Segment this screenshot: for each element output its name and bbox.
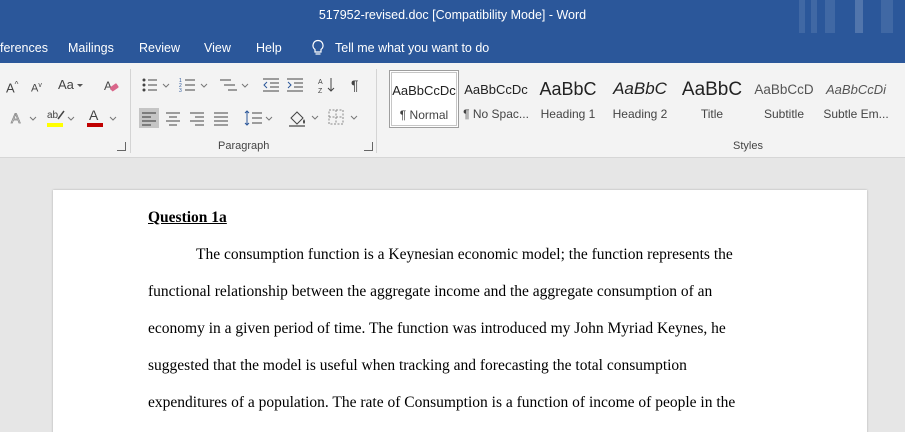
style-subtle-emphasis[interactable]: AaBbCcDi Subtle Em... [821, 70, 891, 128]
paragraph-line[interactable]: functional relationship between the aggr… [148, 282, 768, 319]
justify-icon[interactable] [213, 110, 229, 126]
window-title: 517952-revised.doc [Compatibility Mode] … [318, 8, 587, 22]
svg-text:3: 3 [179, 88, 182, 93]
svg-text:A: A [104, 79, 112, 93]
svg-text:A: A [89, 107, 99, 123]
ribbon-tabs: ferences Mailings Review View Help Tell … [0, 33, 905, 63]
style-normal[interactable]: AaBbCcDc ¶ Normal [389, 70, 459, 128]
decrease-indent-icon[interactable] [262, 77, 280, 93]
tab-help[interactable]: Help [256, 41, 282, 55]
increase-indent-icon[interactable] [286, 77, 304, 93]
grow-font-button[interactable]: A^ [6, 77, 18, 96]
group-separator [376, 69, 377, 153]
group-separator [130, 69, 131, 153]
tell-me-search[interactable]: Tell me what you want to do [311, 39, 489, 57]
numbering-icon[interactable]: 1 2 3 [179, 77, 211, 93]
align-left-icon[interactable] [139, 108, 159, 128]
paragraph-line[interactable]: The consumption function is a Keynesian … [148, 245, 768, 282]
show-formatting-marks-icon[interactable]: ¶ [351, 77, 359, 93]
styles-gallery: AaBbCcDc ¶ Normal AaBbCcDc ¶ No Spac... … [385, 70, 905, 132]
shrink-font-button[interactable]: Av [31, 78, 42, 97]
text-effects-icon[interactable]: A [10, 109, 38, 127]
title-bar-decoration [785, 0, 905, 33]
highlight-color-icon[interactable]: ab [46, 107, 76, 129]
svg-text:A: A [11, 110, 21, 126]
shading-icon[interactable] [287, 108, 321, 128]
style-heading-2[interactable]: AaBbC Heading 2 [605, 70, 675, 128]
document-heading[interactable]: Question 1a [148, 208, 768, 228]
lightbulb-icon [312, 39, 324, 55]
style-title[interactable]: AaBbC Title [677, 70, 747, 128]
clear-formatting-icon[interactable]: A [103, 78, 119, 94]
title-bar: 517952-revised.doc [Compatibility Mode] … [0, 0, 905, 33]
borders-icon[interactable] [328, 109, 362, 127]
sort-icon[interactable]: AZ [318, 76, 336, 94]
bullets-icon[interactable] [141, 77, 173, 93]
line-spacing-icon[interactable] [244, 109, 274, 127]
tab-review[interactable]: Review [139, 41, 180, 55]
paragraph-line[interactable]: expenditures of a population. The rate o… [148, 393, 768, 430]
style-subtitle[interactable]: AaBbCcD Subtitle [749, 70, 819, 128]
font-color-icon[interactable]: A [86, 107, 118, 129]
tab-references[interactable]: ferences [0, 41, 48, 55]
styles-group-label: Styles [733, 140, 763, 152]
paragraph-group-label: Paragraph [218, 140, 270, 152]
font-dialog-launcher-icon[interactable] [117, 142, 126, 151]
svg-text:A: A [318, 79, 323, 86]
svg-text:Z: Z [318, 88, 323, 94]
tell-me-label: Tell me what you want to do [335, 41, 490, 55]
align-right-icon[interactable] [189, 110, 205, 126]
ribbon: A^ Av Aa A A ab A 1 2 3 A Z ¶ Paragraph … [0, 63, 905, 158]
multilevel-list-icon[interactable] [219, 77, 251, 93]
paragraph-dialog-launcher-icon[interactable] [364, 142, 373, 151]
align-center-icon[interactable] [165, 110, 181, 126]
document-body[interactable]: Question 1a The consumption function is … [148, 208, 768, 430]
svg-text:ab: ab [47, 110, 59, 121]
tab-view[interactable]: View [204, 41, 231, 55]
tab-mailings[interactable]: Mailings [68, 41, 114, 55]
change-case-button[interactable]: Aa [58, 77, 83, 93]
paragraph-line[interactable]: suggested that the model is useful when … [148, 356, 768, 393]
style-no-spacing[interactable]: AaBbCcDc ¶ No Spac... [461, 70, 531, 128]
document-canvas: Question 1a The consumption function is … [0, 158, 905, 432]
style-heading-1[interactable]: AaBbC Heading 1 [533, 70, 603, 128]
paragraph-line[interactable]: economy in a given period of time. The f… [148, 319, 768, 356]
document-page[interactable]: Question 1a The consumption function is … [53, 190, 867, 432]
